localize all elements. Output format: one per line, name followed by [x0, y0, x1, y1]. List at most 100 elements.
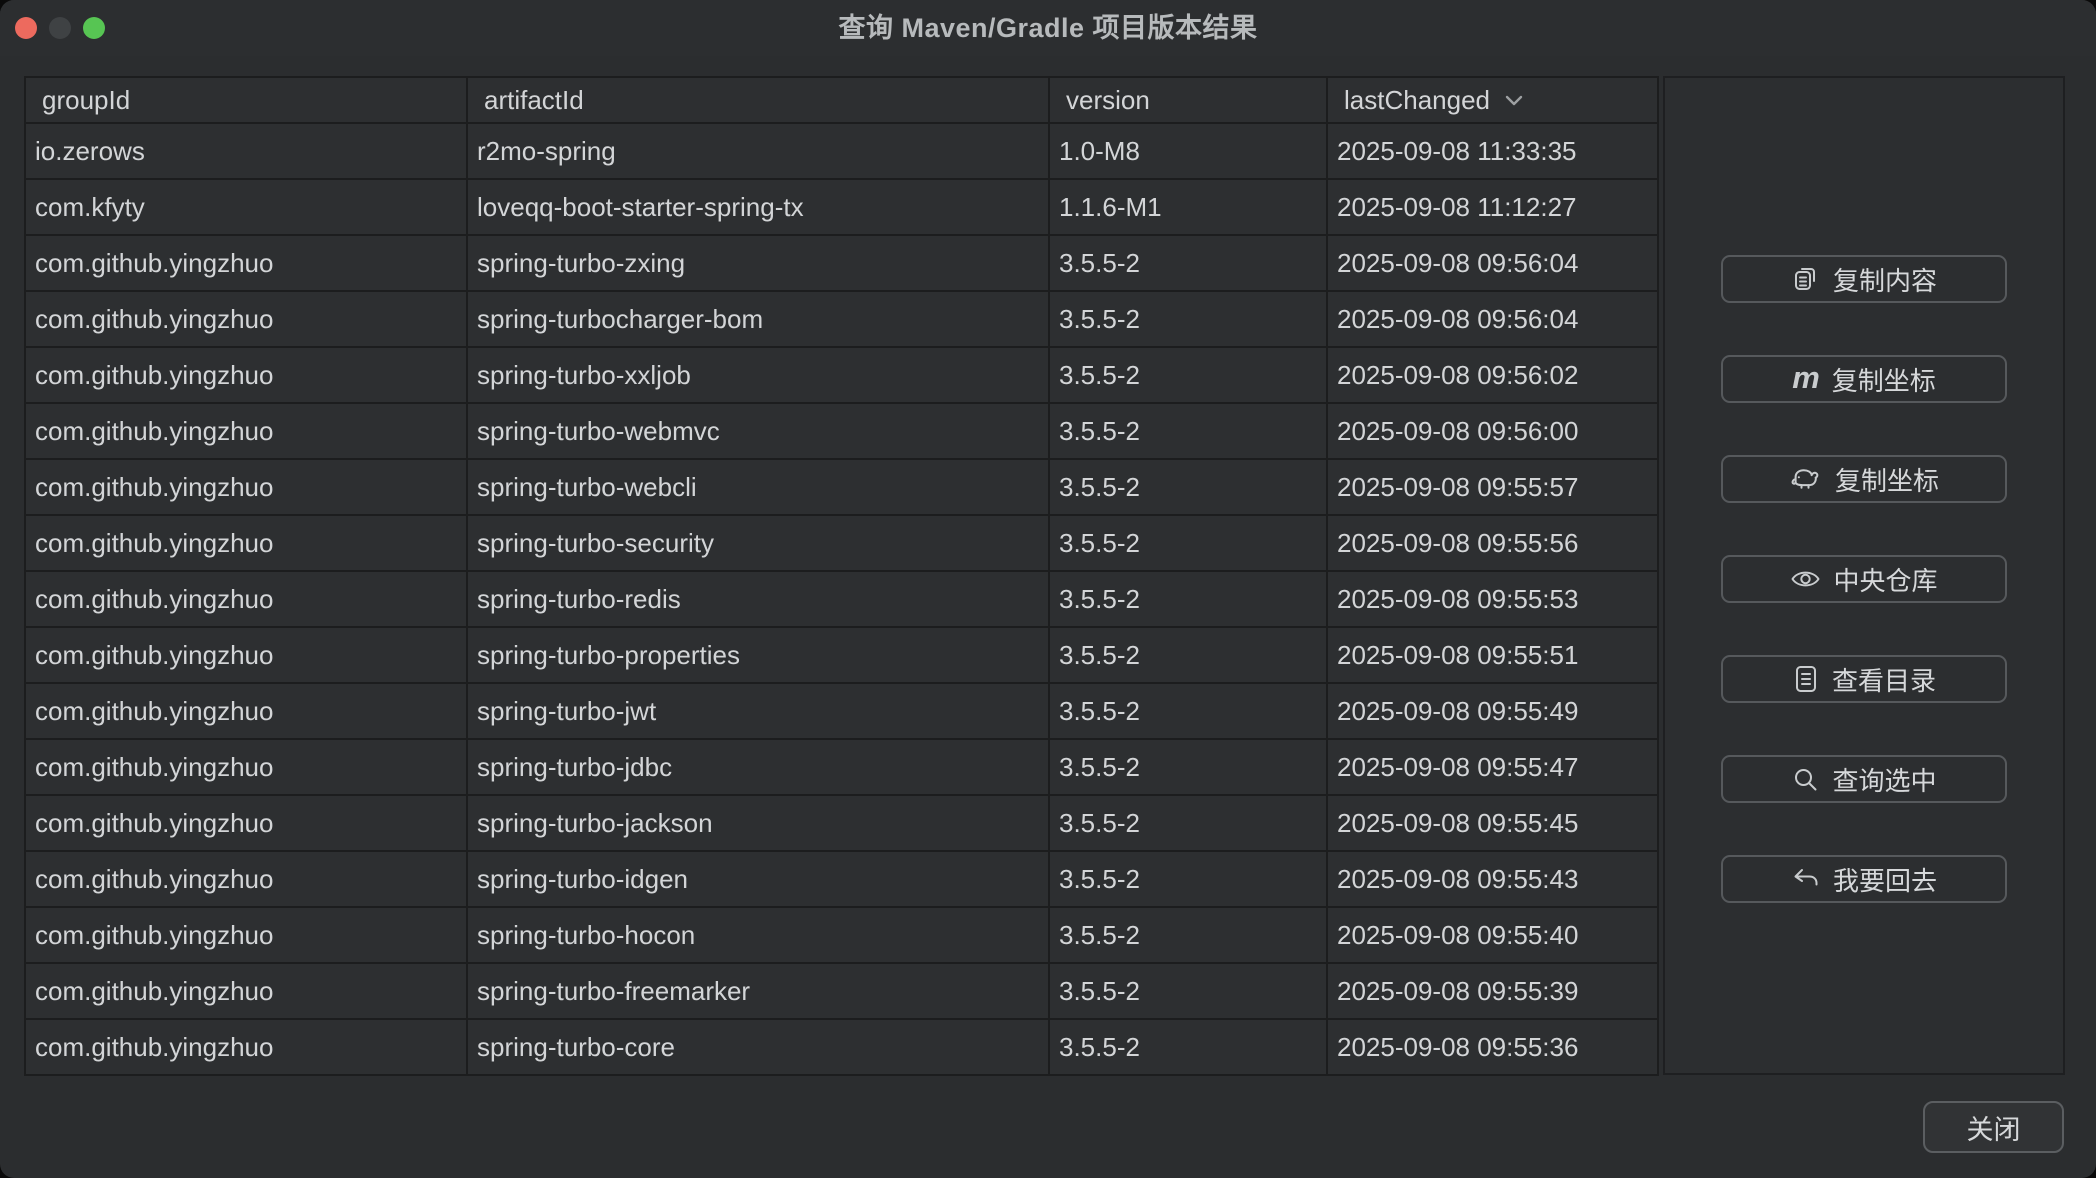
cell-version: 3.5.5-2	[1049, 347, 1327, 403]
cell-artifactId: spring-turbo-redis	[467, 571, 1049, 627]
cell-version: 1.1.6-M1	[1049, 179, 1327, 235]
cell-version: 1.0-M8	[1049, 123, 1327, 179]
column-label: groupId	[42, 85, 130, 116]
table-row[interactable]: com.github.yingzhuospring-turbo-security…	[25, 515, 1658, 571]
column-label: artifactId	[484, 85, 584, 116]
cell-groupId: com.github.yingzhuo	[25, 291, 467, 347]
cell-groupId: com.github.yingzhuo	[25, 403, 467, 459]
table-row[interactable]: com.github.yingzhuospring-turbo-jwt3.5.5…	[25, 683, 1658, 739]
gradle-elephant-icon	[1789, 466, 1823, 492]
cell-artifactId: spring-turbo-freemarker	[467, 963, 1049, 1019]
document-list-icon	[1792, 664, 1820, 694]
cell-groupId: com.github.yingzhuo	[25, 683, 467, 739]
cell-lastChanged: 2025-09-08 09:55:53	[1327, 571, 1658, 627]
action-label: 中央仓库	[1833, 561, 1937, 598]
cell-artifactId: spring-turbo-webcli	[467, 459, 1049, 515]
cell-version: 3.5.5-2	[1049, 739, 1327, 795]
go-back-button[interactable]: 我要回去	[1721, 855, 2007, 903]
cell-artifactId: spring-turbo-idgen	[467, 851, 1049, 907]
undo-icon	[1791, 866, 1821, 892]
column-header-groupid[interactable]: groupId	[25, 77, 467, 123]
cell-artifactId: loveqq-boot-starter-spring-tx	[467, 179, 1049, 235]
window-title: 查询 Maven/Gradle 项目版本结果	[0, 0, 2096, 56]
table-row[interactable]: com.github.yingzhuospring-turbo-idgen3.5…	[25, 851, 1658, 907]
table-row[interactable]: com.github.yingzhuospring-turbo-webcli3.…	[25, 459, 1658, 515]
cell-lastChanged: 2025-09-08 09:55:43	[1327, 851, 1658, 907]
cell-lastChanged: 2025-09-08 09:56:02	[1327, 347, 1658, 403]
table-row[interactable]: com.github.yingzhuospring-turbo-xxljob3.…	[25, 347, 1658, 403]
cell-artifactId: spring-turbo-jdbc	[467, 739, 1049, 795]
cell-groupId: com.github.yingzhuo	[25, 627, 467, 683]
cell-lastChanged: 2025-09-08 09:56:00	[1327, 403, 1658, 459]
chevron-down-icon	[1504, 94, 1524, 107]
copy-maven-coordinates-button[interactable]: m 复制坐标	[1721, 355, 2007, 403]
cell-lastChanged: 2025-09-08 11:12:27	[1327, 179, 1658, 235]
cell-lastChanged: 2025-09-08 09:55:39	[1327, 963, 1658, 1019]
cell-artifactId: spring-turbo-zxing	[467, 235, 1049, 291]
cell-groupId: com.kfyty	[25, 179, 467, 235]
cell-version: 3.5.5-2	[1049, 1019, 1327, 1075]
cell-groupId: com.github.yingzhuo	[25, 347, 467, 403]
action-label: 查询选中	[1832, 761, 1936, 798]
action-label: 复制坐标	[1832, 361, 1936, 398]
cell-lastChanged: 2025-09-08 11:33:35	[1327, 123, 1658, 179]
table-row[interactable]: com.github.yingzhuospring-turbo-jackson3…	[25, 795, 1658, 851]
cell-lastChanged: 2025-09-08 09:56:04	[1327, 235, 1658, 291]
cell-groupId: com.github.yingzhuo	[25, 907, 467, 963]
cell-version: 3.5.5-2	[1049, 627, 1327, 683]
cell-artifactId: spring-turbo-core	[467, 1019, 1049, 1075]
central-repository-button[interactable]: 中央仓库	[1721, 555, 2007, 603]
table-row[interactable]: io.zerowsr2mo-spring1.0-M82025-09-08 11:…	[25, 123, 1658, 179]
titlebar: 查询 Maven/Gradle 项目版本结果	[0, 0, 2096, 56]
cell-lastChanged: 2025-09-08 09:55:40	[1327, 907, 1658, 963]
search-icon	[1791, 765, 1820, 794]
eye-icon	[1790, 566, 1821, 592]
cell-lastChanged: 2025-09-08 09:55:49	[1327, 683, 1658, 739]
column-header-version[interactable]: version	[1049, 77, 1327, 123]
cell-groupId: com.github.yingzhuo	[25, 235, 467, 291]
action-label: 复制内容	[1833, 261, 1937, 298]
cell-lastChanged: 2025-09-08 09:55:51	[1327, 627, 1658, 683]
cell-artifactId: spring-turbo-hocon	[467, 907, 1049, 963]
cell-version: 3.5.5-2	[1049, 403, 1327, 459]
table-row[interactable]: com.github.yingzhuospring-turbo-properti…	[25, 627, 1658, 683]
cell-lastChanged: 2025-09-08 09:55:36	[1327, 1019, 1658, 1075]
cell-artifactId: spring-turbo-properties	[467, 627, 1049, 683]
view-directory-button[interactable]: 查看目录	[1721, 655, 2007, 703]
cell-lastChanged: 2025-09-08 09:56:04	[1327, 291, 1658, 347]
copy-gradle-coordinates-button[interactable]: 复制坐标	[1721, 455, 2007, 503]
table-row[interactable]: com.github.yingzhuospring-turbo-hocon3.5…	[25, 907, 1658, 963]
copy-content-icon	[1791, 264, 1821, 294]
cell-artifactId: spring-turbo-webmvc	[467, 403, 1049, 459]
action-label: 我要回去	[1833, 861, 1937, 898]
table-row[interactable]: com.github.yingzhuospring-turbo-webmvc3.…	[25, 403, 1658, 459]
copy-content-button[interactable]: 复制内容	[1721, 255, 2007, 303]
results-table: groupId artifactId version lastChanged	[24, 76, 1659, 1076]
table-row[interactable]: com.github.yingzhuospring-turbo-jdbc3.5.…	[25, 739, 1658, 795]
cell-groupId: com.github.yingzhuo	[25, 459, 467, 515]
column-header-artifactid[interactable]: artifactId	[467, 77, 1049, 123]
cell-version: 3.5.5-2	[1049, 907, 1327, 963]
cell-version: 3.5.5-2	[1049, 291, 1327, 347]
action-label: 查看目录	[1832, 661, 1936, 698]
cell-lastChanged: 2025-09-08 09:55:56	[1327, 515, 1658, 571]
table-row[interactable]: com.kfytyloveqq-boot-starter-spring-tx1.…	[25, 179, 1658, 235]
cell-groupId: io.zerows	[25, 123, 467, 179]
cell-artifactId: spring-turbo-jwt	[467, 683, 1049, 739]
cell-lastChanged: 2025-09-08 09:55:47	[1327, 739, 1658, 795]
table-row[interactable]: com.github.yingzhuospring-turbo-core3.5.…	[25, 1019, 1658, 1075]
table-row[interactable]: com.github.yingzhuospring-turbo-freemark…	[25, 963, 1658, 1019]
cell-version: 3.5.5-2	[1049, 235, 1327, 291]
table-row[interactable]: com.github.yingzhuospring-turbo-zxing3.5…	[25, 235, 1658, 291]
close-button[interactable]: 关闭	[1923, 1101, 2064, 1153]
action-label: 复制坐标	[1835, 461, 1939, 498]
table-row[interactable]: com.github.yingzhuospring-turbo-redis3.5…	[25, 571, 1658, 627]
table-row[interactable]: com.github.yingzhuospring-turbocharger-b…	[25, 291, 1658, 347]
cell-artifactId: spring-turbo-jackson	[467, 795, 1049, 851]
cell-lastChanged: 2025-09-08 09:55:45	[1327, 795, 1658, 851]
cell-lastChanged: 2025-09-08 09:55:57	[1327, 459, 1658, 515]
query-selected-button[interactable]: 查询选中	[1721, 755, 2007, 803]
cell-groupId: com.github.yingzhuo	[25, 851, 467, 907]
column-header-lastchanged[interactable]: lastChanged	[1327, 77, 1658, 123]
maven-icon: m	[1792, 362, 1820, 393]
